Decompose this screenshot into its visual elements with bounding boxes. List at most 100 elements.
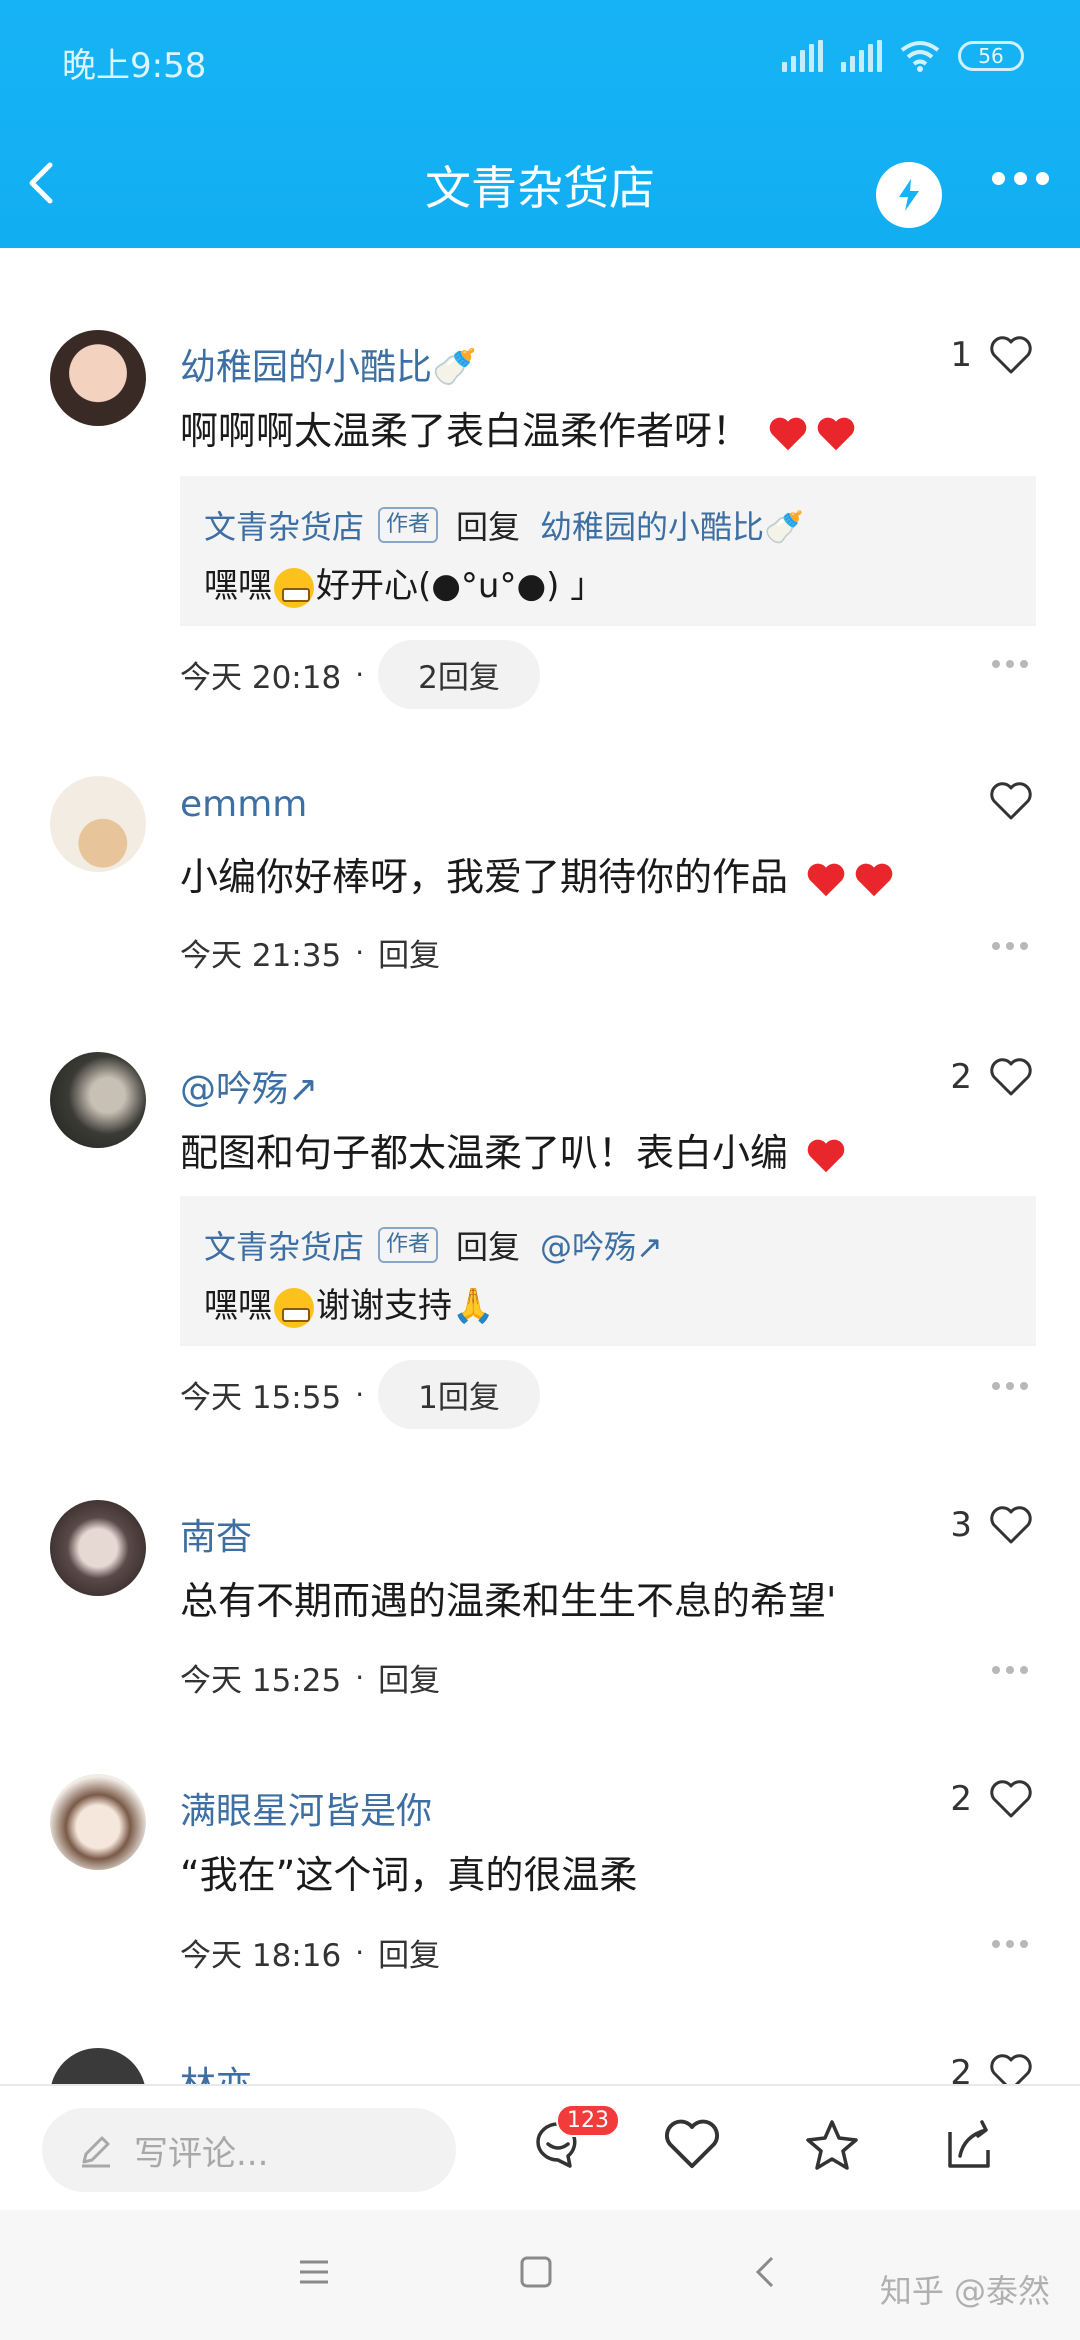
comment-username[interactable]: @吟殇↗ [180,1060,318,1112]
like-button[interactable]: 2 [950,1056,1034,1098]
reply-text-before: 嘿嘿 [204,1286,272,1326]
comment-count-badge: 123 [556,2104,620,2137]
grin-emoji-icon [274,567,314,608]
status-time: 晚上9:58 [62,46,207,86]
comment-options-button[interactable] [992,1940,1028,1948]
comment-text: 配图和句子都太温柔了叭！表白小编 [180,1122,848,1177]
ellipsis-icon [1020,942,1028,950]
ellipsis-icon [992,660,1000,668]
reply-text: 嘿嘿 好开心(●°u°●)​ 」 [204,558,604,608]
more-icon-dot [992,172,1005,185]
red-heart-icon [807,1139,845,1172]
status-bar: 晚上9:58 56 [0,0,1080,118]
reply-text-after: 谢谢支持🙏 [316,1286,495,1326]
signal-icon [782,40,823,72]
comment-username[interactable]: emmm [180,784,307,825]
comment-time: 今天 15:25 [180,1663,342,1699]
home-button[interactable] [518,2254,554,2294]
comment-username[interactable]: 满眼星河皆是你 [180,1782,432,1834]
comment-username[interactable]: 幼稚园的小酷比🍼 [180,338,477,390]
comment-options-button[interactable] [992,942,1028,950]
ellipsis-icon [1006,942,1014,950]
reply-header: 文青杂货店 作者 回复 幼稚园的小酷比🍼 [204,502,804,548]
like-button[interactable]: 2 [950,1778,1034,1820]
reply-target[interactable]: @吟殇↗ [540,1222,663,1268]
reply-target[interactable]: 幼稚园的小酷比🍼 [540,502,804,548]
reply-verb: 回复 [456,1228,521,1266]
nav-back-icon [755,2256,774,2288]
reply-button[interactable]: 回复 [378,930,440,975]
comment-action-bar: 写评论... 123 [0,2084,1080,2210]
reply-button[interactable]: 回复 [378,1655,440,1700]
comment-input-placeholder: 写评论... [134,2133,269,2174]
avatar[interactable] [50,776,146,872]
ellipsis-icon [1020,1382,1028,1390]
comment-1-meta: 今天 20:18 · 2回复 [180,640,540,709]
ellipsis-icon [992,1940,1000,1948]
ellipsis-icon [992,1382,1000,1390]
ellipsis-icon [1006,1940,1014,1948]
comment-text: 总有不期而遇的温柔和生生不息的希望' [180,1579,837,1623]
red-heart-icon [855,863,893,896]
ellipsis-icon [1020,1666,1028,1674]
replies-button[interactable]: 2回复 [378,640,540,709]
ellipsis-icon [992,942,1000,950]
like-button[interactable]: 2 [950,2052,1034,2084]
nav-back-button[interactable] [748,2254,784,2294]
author-reply-box[interactable]: 文青杂货店 作者 回复 @吟殇↗ 嘿嘿 谢谢支持🙏 [180,1196,1036,1346]
comment-text-content: 小编你好棒呀，我爱了期待你的作品 [180,855,789,899]
wifi-icon [900,41,940,72]
reply-button[interactable]: 回复 [378,1930,440,1975]
author-reply-box[interactable]: 文青杂货店 作者 回复 幼稚园的小酷比🍼 嘿嘿 好开心(●°u°●)​ 」 [180,476,1036,626]
separator-dot: · [355,1936,365,1969]
comments-button[interactable]: 123 [530,2104,620,2180]
comment-username[interactable]: 南杳 [180,1508,252,1560]
like-article-button[interactable] [662,2116,726,2180]
separator-dot: · [355,658,365,691]
star-icon [806,2120,858,2170]
comment-options-button[interactable] [992,660,1028,668]
avatar[interactable] [50,1500,146,1596]
replies-button[interactable]: 1回复 [378,1360,540,1429]
avatar[interactable] [50,1052,146,1148]
home-icon [520,2256,552,2288]
like-count: 2 [950,2053,972,2084]
comment-4-meta: 今天 15:25 · 回复 [180,1655,440,1700]
more-button[interactable] [992,172,1049,185]
heart-icon [990,2054,1032,2084]
bolt-button[interactable] [876,162,942,228]
comment-text-content: 配图和句子都太温柔了叭！表白小编 [180,1131,789,1175]
ellipsis-icon [1006,660,1014,668]
like-button[interactable] [988,780,1034,822]
menu-button[interactable] [296,2254,332,2294]
watermark: 知乎 @泰然 [879,2272,1050,2310]
ellipsis-icon [1020,1940,1028,1948]
reply-header: 文青杂货店 作者 回复 @吟殇↗ [204,1222,663,1268]
heart-icon [990,336,1032,374]
comment-text-content: 啊啊啊太温柔了表白温柔作者呀！ [180,409,751,453]
comment-input[interactable]: 写评论... [42,2108,456,2192]
favorite-button[interactable] [802,2116,866,2180]
reply-author[interactable]: 文青杂货店 [204,1222,364,1268]
avatar[interactable] [50,2048,146,2084]
reply-text-before: 嘿嘿 [204,566,272,606]
red-heart-icon [817,417,855,450]
red-heart-icon [807,863,845,896]
like-button[interactable]: 3 [950,1504,1034,1546]
battery-icon: 56 [958,41,1024,71]
comment-options-button[interactable] [992,1666,1028,1674]
avatar[interactable] [50,1774,146,1870]
app-header: 晚上9:58 56 文青杂货店 [0,0,1080,248]
like-button[interactable]: 1 [950,334,1034,376]
share-button[interactable] [940,2116,1004,2180]
comment-time: 今天 15:55 [180,1380,342,1416]
reply-author[interactable]: 文青杂货店 [204,502,364,548]
comment-item: 林亦 2 [0,2048,1080,2084]
comment-username[interactable]: 林亦 [180,2056,252,2084]
avatar[interactable] [50,330,146,426]
status-icons: 56 [782,40,1024,72]
comment-options-button[interactable] [992,1382,1028,1390]
pencil-icon [82,2136,110,2168]
share-icon [948,2120,990,2168]
comment-text: 啊啊啊太温柔了表白温柔作者呀！ [180,400,858,455]
